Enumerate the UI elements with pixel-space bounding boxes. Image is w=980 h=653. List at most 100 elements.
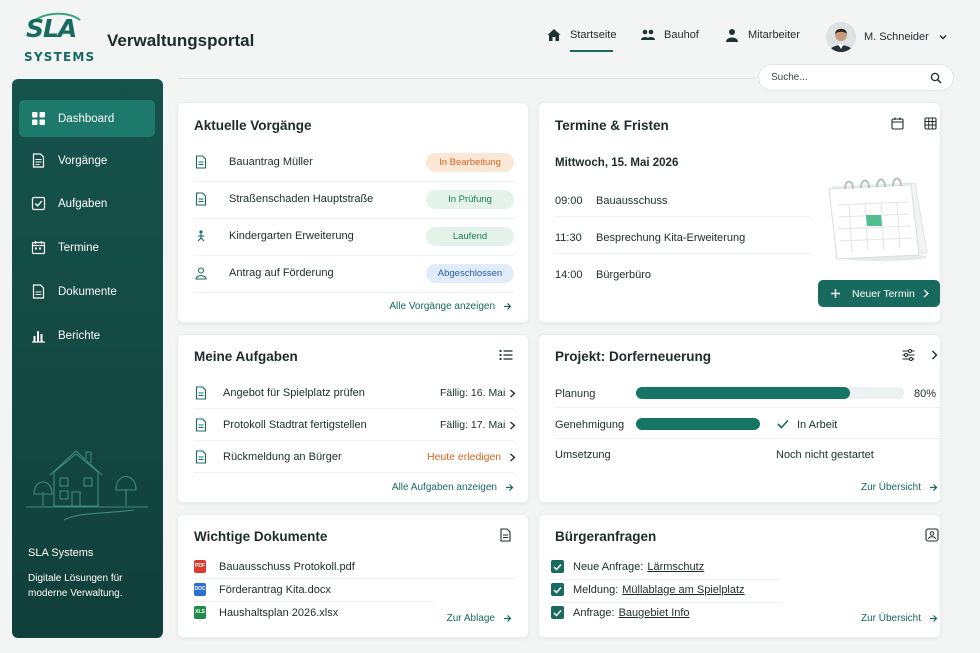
list-item[interactable]: Bauantrag Müller	[194, 155, 313, 169]
link-label: Zur Übersicht	[860, 613, 921, 624]
divider	[194, 218, 514, 219]
anfragen-overview-link[interactable]: Zur Übersicht	[861, 613, 938, 624]
sidebar-item-termine[interactable]: Termine	[19, 229, 155, 266]
search-icon[interactable]	[930, 72, 942, 84]
request-row[interactable]: Anfrage: Baugebiet Info	[551, 606, 690, 619]
sidebar-item-dashboard[interactable]: Dashboard	[19, 100, 155, 137]
search-input[interactable]: Suche...	[758, 64, 954, 91]
appointment-row[interactable]: 09:00 Bauausschuss	[555, 195, 668, 207]
divider	[551, 602, 781, 603]
divider	[194, 578, 514, 579]
avatar[interactable]	[826, 22, 856, 52]
link-label: Alle Vorgänge anzeigen	[389, 301, 495, 312]
task-due: Fällig: 17. Mai	[440, 419, 506, 431]
appointment-row[interactable]: 14:00 Bürgerbüro	[555, 269, 651, 281]
ablage-link[interactable]: Zur Ablage	[447, 613, 512, 624]
chevron-right-icon[interactable]	[509, 389, 516, 398]
card-title: Projekt: Dorferneuerung	[555, 349, 712, 364]
divider	[194, 292, 514, 293]
calendar-grid-icon[interactable]	[924, 117, 937, 130]
appointment-row[interactable]: 11:30 Besprechung Kita-Erweiterung	[555, 232, 745, 244]
appointment-label: Bürgerbüro	[596, 269, 652, 281]
arrow-right-icon	[930, 615, 938, 622]
calendar-icon[interactable]	[891, 117, 904, 130]
appointment-time: 14:00	[555, 269, 583, 281]
check-icon	[777, 419, 789, 429]
logo-subtext: SYSTEMS	[24, 50, 96, 64]
file-row[interactable]: PDF Bauausschuss Protokoll.pdf	[194, 560, 355, 573]
checkbox-checked[interactable]	[551, 583, 564, 596]
brand-description: Digitale Lösungen für moderne Verwaltung…	[28, 573, 123, 599]
status-badge: Laufend	[426, 227, 514, 246]
request-prefix: Neue Anfrage:	[573, 560, 644, 573]
calendar-icon	[31, 241, 46, 255]
message-user-icon[interactable]	[925, 528, 939, 542]
phase-status: In Arbeit	[797, 419, 838, 431]
divider	[194, 440, 514, 441]
nav-startseite[interactable]: Startseite	[546, 27, 616, 43]
sidebar-item-aufgaben[interactable]: Aufgaben	[19, 185, 155, 222]
task-label: Rückmeldung an Bürger	[223, 451, 342, 463]
sla-logo[interactable]: SLA SYSTEMS	[24, 12, 94, 66]
link-label: Zur Ablage	[446, 613, 495, 624]
item-label: Antrag auf Förderung	[229, 267, 334, 279]
file-row[interactable]: XLS Haushaltsplan 2026.xlsx	[194, 606, 338, 619]
task-row[interactable]: Angebot für Spielplatz prüfen	[194, 386, 365, 400]
nav-mitarbeiter[interactable]: Mitarbeiter	[724, 27, 800, 43]
progress-fill	[636, 418, 760, 430]
task-due: Fällig: 16. Mai	[440, 387, 506, 399]
request-row[interactable]: Neue Anfrage: Lärmschutz	[551, 560, 704, 573]
arrow-right-icon	[504, 615, 512, 622]
check-icon	[553, 563, 562, 571]
card-aufgaben: Meine Aufgaben Angebot für Spielplatz pr…	[177, 334, 529, 503]
status-badge: Abgeschlossen	[426, 264, 514, 283]
request-topic-link[interactable]: Baugebiet Info	[619, 607, 690, 619]
document-icon[interactable]	[499, 528, 512, 542]
request-topic-link[interactable]: Müllablage am Spielplatz	[622, 584, 744, 596]
card-projekt: Projekt: Dorferneuerung Planung 80% Gene…	[538, 334, 941, 503]
sidebar-item-label: Aufgaben	[58, 197, 108, 210]
file-row[interactable]: DOC Förderantrag Kita.docx	[194, 583, 331, 596]
request-row[interactable]: Meldung: Müllablage am Spielplatz	[551, 583, 745, 596]
document-icon	[195, 386, 207, 400]
document-icon	[195, 450, 207, 464]
divider	[555, 438, 941, 439]
progress-fill	[636, 387, 851, 399]
brand-name: SLA Systems	[28, 547, 94, 559]
chevron-right-icon[interactable]	[931, 350, 938, 360]
nav-bauhof[interactable]: Bauhof	[640, 27, 699, 43]
button-label: Neuer Termin	[852, 287, 915, 300]
new-appointment-button[interactable]: Neuer Termin	[818, 280, 940, 307]
playground-icon	[197, 230, 205, 242]
user-name[interactable]: M. Schneider	[864, 31, 929, 43]
request-topic-link[interactable]: Lärmschutz	[647, 561, 704, 573]
sidebar-item-vorgaenge[interactable]: Vorgänge	[19, 142, 155, 179]
nav-label: Bauhof	[664, 29, 699, 41]
filter-sliders-icon[interactable]	[902, 349, 915, 361]
divider	[194, 408, 514, 409]
list-item[interactable]: Straßenschaden Hauptstraße	[194, 192, 373, 206]
sidebar-item-dokumente[interactable]: Dokumente	[19, 273, 155, 310]
checkbox-checked[interactable]	[551, 606, 564, 619]
chevron-down-icon[interactable]	[938, 32, 948, 42]
all-aufgaben-link[interactable]: Alle Aufgaben anzeigen	[392, 482, 514, 493]
arrow-right-icon	[506, 484, 514, 491]
nav-label: Mitarbeiter	[748, 29, 800, 41]
check-icon	[553, 586, 562, 594]
all-vorgaenge-link[interactable]: Alle Vorgänge anzeigen	[389, 301, 512, 312]
sidebar-item-label: Dokumente	[58, 285, 117, 298]
nav-label: Startseite	[570, 29, 617, 41]
list-icon[interactable]	[499, 349, 513, 361]
phase-status: Noch nicht gestartet	[776, 449, 874, 461]
task-row[interactable]: Rückmeldung an Bürger	[194, 450, 342, 464]
chevron-right-icon[interactable]	[509, 421, 516, 430]
file-icon	[32, 284, 45, 299]
chevron-right-icon[interactable]	[509, 453, 516, 462]
item-label: Kindergarten Erweiterung	[229, 230, 354, 242]
checkbox-checked[interactable]	[551, 560, 564, 573]
list-item[interactable]: Antrag auf Förderung	[194, 266, 334, 280]
sidebar-item-berichte[interactable]: Berichte	[19, 317, 155, 354]
task-row[interactable]: Protokoll Stadtrat fertigstellen	[194, 418, 367, 432]
projekt-overview-link[interactable]: Zur Übersicht	[861, 482, 938, 493]
list-item[interactable]: Kindergarten Erweiterung	[194, 229, 354, 243]
